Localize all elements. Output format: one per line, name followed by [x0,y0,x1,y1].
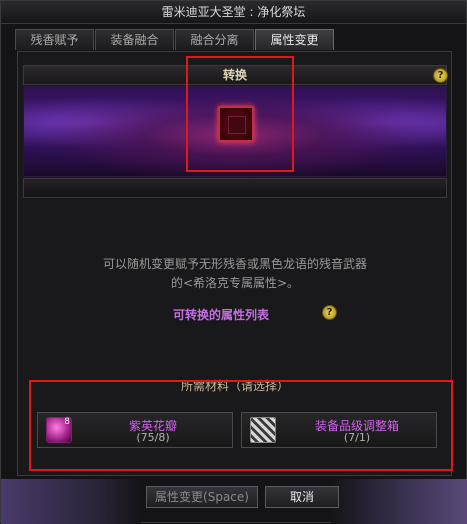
petal-badge: 8 [64,417,70,427]
background-art-right [331,479,467,524]
description-line-2: 的<希洛克专属属性>。 [170,276,300,290]
section-title: 转换 [23,65,447,85]
item-name-bar [23,178,447,198]
material-count: (7/1) [343,431,371,444]
tab-residual-fragrance[interactable]: 残香赋予 [15,29,94,50]
convert-button[interactable]: 属性变更(Space) [146,486,258,508]
window: 雷米迪亚大圣堂 : 净化祭坛 残香赋予 装备融合 融合分离 属性变更 转换 ? … [0,0,467,524]
cancel-button[interactable]: 取消 [265,486,339,508]
description: 可以随机变更赋予无形残香或黑色龙语的残音武器 的<希洛克专属属性>。 [31,255,439,293]
description-line-1: 可以随机变更赋予无形残香或黑色龙语的残音武器 [102,257,367,271]
tab-equipment-fusion[interactable]: 装备融合 [95,29,174,50]
tab-attribute-change[interactable]: 属性变更 [255,29,334,50]
material-count: (75/8) [136,431,170,444]
equipment-grade-box-icon [250,417,276,443]
background-art-left [1,479,141,524]
window-title: 雷米迪亚大圣堂 : 净化祭坛 [1,1,466,24]
attribute-list-title[interactable]: 可转换的属性列表 [121,306,321,323]
material-item-grade-box[interactable]: 装备品级调整箱 (7/1) [241,412,437,448]
tab-fusion-separation[interactable]: 融合分离 [175,29,254,50]
material-item-purple-petal[interactable]: 8 紫英花瓣 (75/8) [37,412,233,448]
purple-petal-icon: 8 [46,417,72,443]
materials-header: 所需材料（请选择） [180,379,289,393]
item-slot[interactable] [218,106,254,142]
slot-socket-icon [228,116,246,134]
attribute-list-help-icon[interactable]: ? [322,305,337,320]
section-help-icon[interactable]: ? [433,68,448,83]
